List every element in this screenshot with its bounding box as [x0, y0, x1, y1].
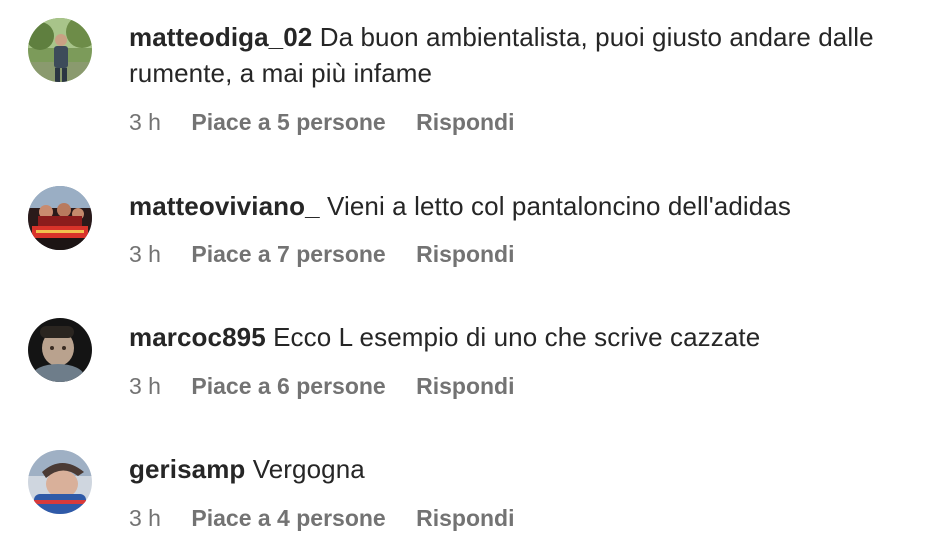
avatar[interactable] — [28, 18, 92, 82]
comment-username[interactable]: marcoc895 — [129, 322, 266, 352]
profile-photo-icon — [28, 18, 92, 82]
profile-photo-icon — [28, 450, 92, 514]
avatar[interactable] — [28, 450, 92, 514]
reply-button[interactable]: Rispondi — [416, 239, 514, 269]
comment-timestamp[interactable]: 3 h — [129, 107, 161, 137]
likes-count-link[interactable]: Piace a 6 persone — [191, 371, 385, 401]
avatar[interactable] — [28, 318, 92, 382]
avatar[interactable] — [28, 186, 92, 250]
comment-username[interactable]: gerisamp — [129, 454, 245, 484]
likes-count-link[interactable]: Piace a 5 persone — [191, 107, 385, 137]
profile-photo-icon — [28, 186, 92, 250]
comment-content: matteoviviano_ Vieni a letto col pantalo… — [129, 188, 919, 224]
comment-text: Vieni a letto col pantaloncino dell'adid… — [327, 191, 792, 221]
profile-photo-icon — [28, 318, 92, 382]
comment-text: Ecco L esempio di uno che scrive cazzate — [273, 322, 761, 352]
comment-timestamp[interactable]: 3 h — [129, 371, 161, 401]
reply-button[interactable]: Rispondi — [416, 107, 514, 137]
comment-timestamp[interactable]: 3 h — [129, 239, 161, 269]
comment-username[interactable]: matteodiga_02 — [129, 22, 312, 52]
comment-username[interactable]: matteoviviano_ — [129, 191, 320, 221]
reply-button[interactable]: Rispondi — [416, 503, 514, 533]
likes-count-link[interactable]: Piace a 4 persone — [191, 503, 385, 533]
comment-text: Vergogna — [252, 454, 365, 484]
comment-content: marcoc895 Ecco L esempio di uno che scri… — [129, 319, 919, 355]
comment-meta: 3 h Piace a 7 persone Rispondi — [129, 239, 515, 269]
comment-timestamp[interactable]: 3 h — [129, 503, 161, 533]
comment-meta: 3 h Piace a 4 persone Rispondi — [129, 503, 515, 533]
comment-content: matteodiga_02 Da buon ambientalista, puo… — [129, 19, 919, 91]
comment-meta: 3 h Piace a 6 persone Rispondi — [129, 371, 515, 401]
reply-button[interactable]: Rispondi — [416, 371, 514, 401]
likes-count-link[interactable]: Piace a 7 persone — [191, 239, 385, 269]
comment-content: gerisamp Vergogna — [129, 451, 919, 487]
comment-meta: 3 h Piace a 5 persone Rispondi — [129, 107, 515, 137]
